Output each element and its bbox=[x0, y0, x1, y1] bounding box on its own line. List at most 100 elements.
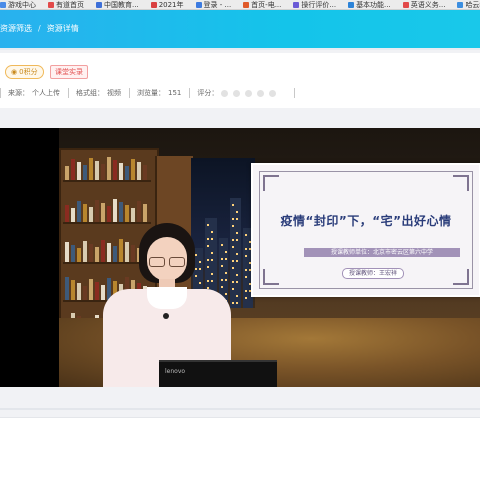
building-window bbox=[232, 225, 234, 227]
book bbox=[131, 208, 135, 222]
book bbox=[89, 158, 93, 180]
slide-corner-ornament bbox=[263, 269, 279, 285]
building-window bbox=[232, 302, 234, 304]
star-icon[interactable] bbox=[245, 89, 253, 97]
bookmark-item[interactable]: 有道首页 bbox=[48, 0, 84, 9]
breadcrumb-parent-link[interactable]: 资源筛选 bbox=[0, 23, 32, 34]
folder-icon bbox=[0, 1, 6, 8]
book bbox=[77, 201, 81, 222]
building-window bbox=[232, 239, 234, 241]
book bbox=[125, 166, 129, 180]
bookmark-item[interactable]: 操行评价... bbox=[293, 0, 336, 9]
coin-icon: ◉ bbox=[11, 68, 18, 76]
book bbox=[65, 277, 69, 300]
category-badge: 课堂实录 bbox=[50, 65, 88, 79]
building-window bbox=[236, 211, 238, 213]
book bbox=[77, 248, 81, 262]
meta-views-label: 浏览量： bbox=[137, 89, 165, 97]
microphone-icon bbox=[163, 313, 169, 319]
score-badge: ◉ 0积分 bbox=[5, 65, 44, 79]
book bbox=[71, 280, 75, 300]
building-window bbox=[236, 281, 238, 283]
rating-stars[interactable] bbox=[221, 89, 277, 97]
doc-icon bbox=[150, 1, 157, 8]
laptop-image: lenovo bbox=[159, 360, 277, 387]
bookmark-label: 2021年 bbox=[158, 0, 184, 9]
teacher-collar bbox=[147, 287, 187, 309]
bookmark-label: 首页-电... bbox=[251, 0, 282, 9]
book bbox=[107, 206, 111, 222]
globe-icon bbox=[96, 1, 102, 8]
star-icon[interactable] bbox=[269, 89, 277, 97]
bookmark-label: 基本功能... bbox=[356, 0, 391, 9]
book bbox=[131, 159, 135, 180]
book bbox=[95, 161, 99, 180]
book bbox=[71, 208, 75, 222]
meta-source-value: 个人上传 bbox=[32, 89, 60, 97]
book bbox=[137, 201, 141, 222]
building-window bbox=[236, 260, 238, 262]
login-icon bbox=[195, 1, 202, 8]
bookmark-label: 中国教育... bbox=[104, 0, 139, 9]
bookmark-label: 有道首页 bbox=[56, 0, 84, 9]
book bbox=[77, 162, 81, 180]
bookmark-item[interactable]: 英语义务... bbox=[402, 0, 446, 9]
slide-teacher-name: 授课教师：王宏祥 bbox=[342, 268, 405, 279]
building-window bbox=[232, 260, 234, 262]
video-frame[interactable]: 疫情“封印”下，“宅”出好心情 授课教师单位：北京市密云区第六中学 授课教师：王… bbox=[59, 128, 480, 387]
slide-corner-ornament bbox=[453, 175, 469, 191]
book bbox=[101, 203, 105, 222]
building-window bbox=[245, 255, 247, 257]
building-window bbox=[236, 295, 238, 297]
book bbox=[71, 245, 75, 262]
video-player[interactable]: 疫情“封印”下，“宅”出好心情 授课教师单位：北京市密云区第六中学 授课教师：王… bbox=[0, 128, 480, 387]
resource-meta-row: 来源： 个人上传 格式组： 视频 浏览量： 151 评分： bbox=[0, 87, 480, 99]
star-icon[interactable] bbox=[221, 89, 229, 97]
bookmark-item[interactable]: 哈云教育 bbox=[457, 0, 480, 9]
bookmark-item[interactable]: 基本功能... bbox=[348, 0, 391, 9]
bookmark-item[interactable]: 登录 - ... bbox=[195, 0, 231, 9]
meta-views-value: 151 bbox=[168, 89, 182, 97]
book bbox=[119, 202, 123, 222]
book bbox=[143, 204, 147, 222]
bookmark-item[interactable]: 2021年 bbox=[150, 0, 184, 9]
youdao-icon bbox=[48, 1, 54, 8]
book bbox=[71, 159, 75, 180]
building-window bbox=[245, 269, 247, 271]
building-window bbox=[245, 276, 247, 278]
breadcrumb-current: 资源详情 bbox=[46, 23, 79, 33]
bookmarks-bar: 游戏中心 有道首页 中国教育... 2021年 登录 - ... 首页-电... 操行评价.… bbox=[0, 0, 480, 10]
building-window bbox=[236, 218, 238, 220]
divider bbox=[0, 408, 480, 410]
bookmark-label: 英语义务... bbox=[410, 0, 446, 9]
book bbox=[65, 166, 69, 180]
breadcrumb: 资源筛选 / 资源详情 bbox=[0, 18, 79, 38]
book bbox=[65, 242, 69, 262]
divider bbox=[0, 48, 480, 50]
book bbox=[119, 163, 123, 180]
bookmark-item[interactable]: 中国教育... bbox=[96, 0, 139, 9]
book bbox=[137, 162, 141, 180]
building-window bbox=[236, 274, 238, 276]
bookmark-item[interactable]: 首页-电... bbox=[243, 0, 282, 9]
bookmark-label: 哈云教育 bbox=[465, 0, 480, 9]
meta-rating: 评分： bbox=[189, 88, 284, 98]
bookmark-item[interactable]: 游戏中心 bbox=[0, 0, 36, 9]
star-icon[interactable] bbox=[257, 89, 265, 97]
resource-info-card: ◉ 0积分 课堂实录 来源： 个人上传 格式组： 视频 浏览量： 151 评分： bbox=[0, 53, 480, 108]
lesson-title-slide: 疫情“封印”下，“宅”出好心情 授课教师单位：北京市密云区第六中学 授课教师：王… bbox=[251, 163, 480, 297]
building-window bbox=[245, 290, 247, 292]
building-window bbox=[232, 267, 234, 269]
star-icon[interactable] bbox=[233, 89, 241, 97]
home-icon bbox=[243, 1, 250, 8]
book bbox=[125, 205, 129, 222]
book bbox=[83, 286, 87, 300]
book bbox=[89, 279, 93, 300]
building-window bbox=[232, 218, 234, 220]
building bbox=[230, 198, 241, 308]
score-badge-label: 0积分 bbox=[19, 68, 38, 76]
building-window bbox=[245, 297, 247, 299]
slide-corner-ornament bbox=[263, 175, 279, 191]
meta-views: 浏览量： 151 bbox=[129, 88, 189, 98]
slide-teacher-unit: 授课教师单位：北京市密云区第六中学 bbox=[304, 248, 460, 257]
